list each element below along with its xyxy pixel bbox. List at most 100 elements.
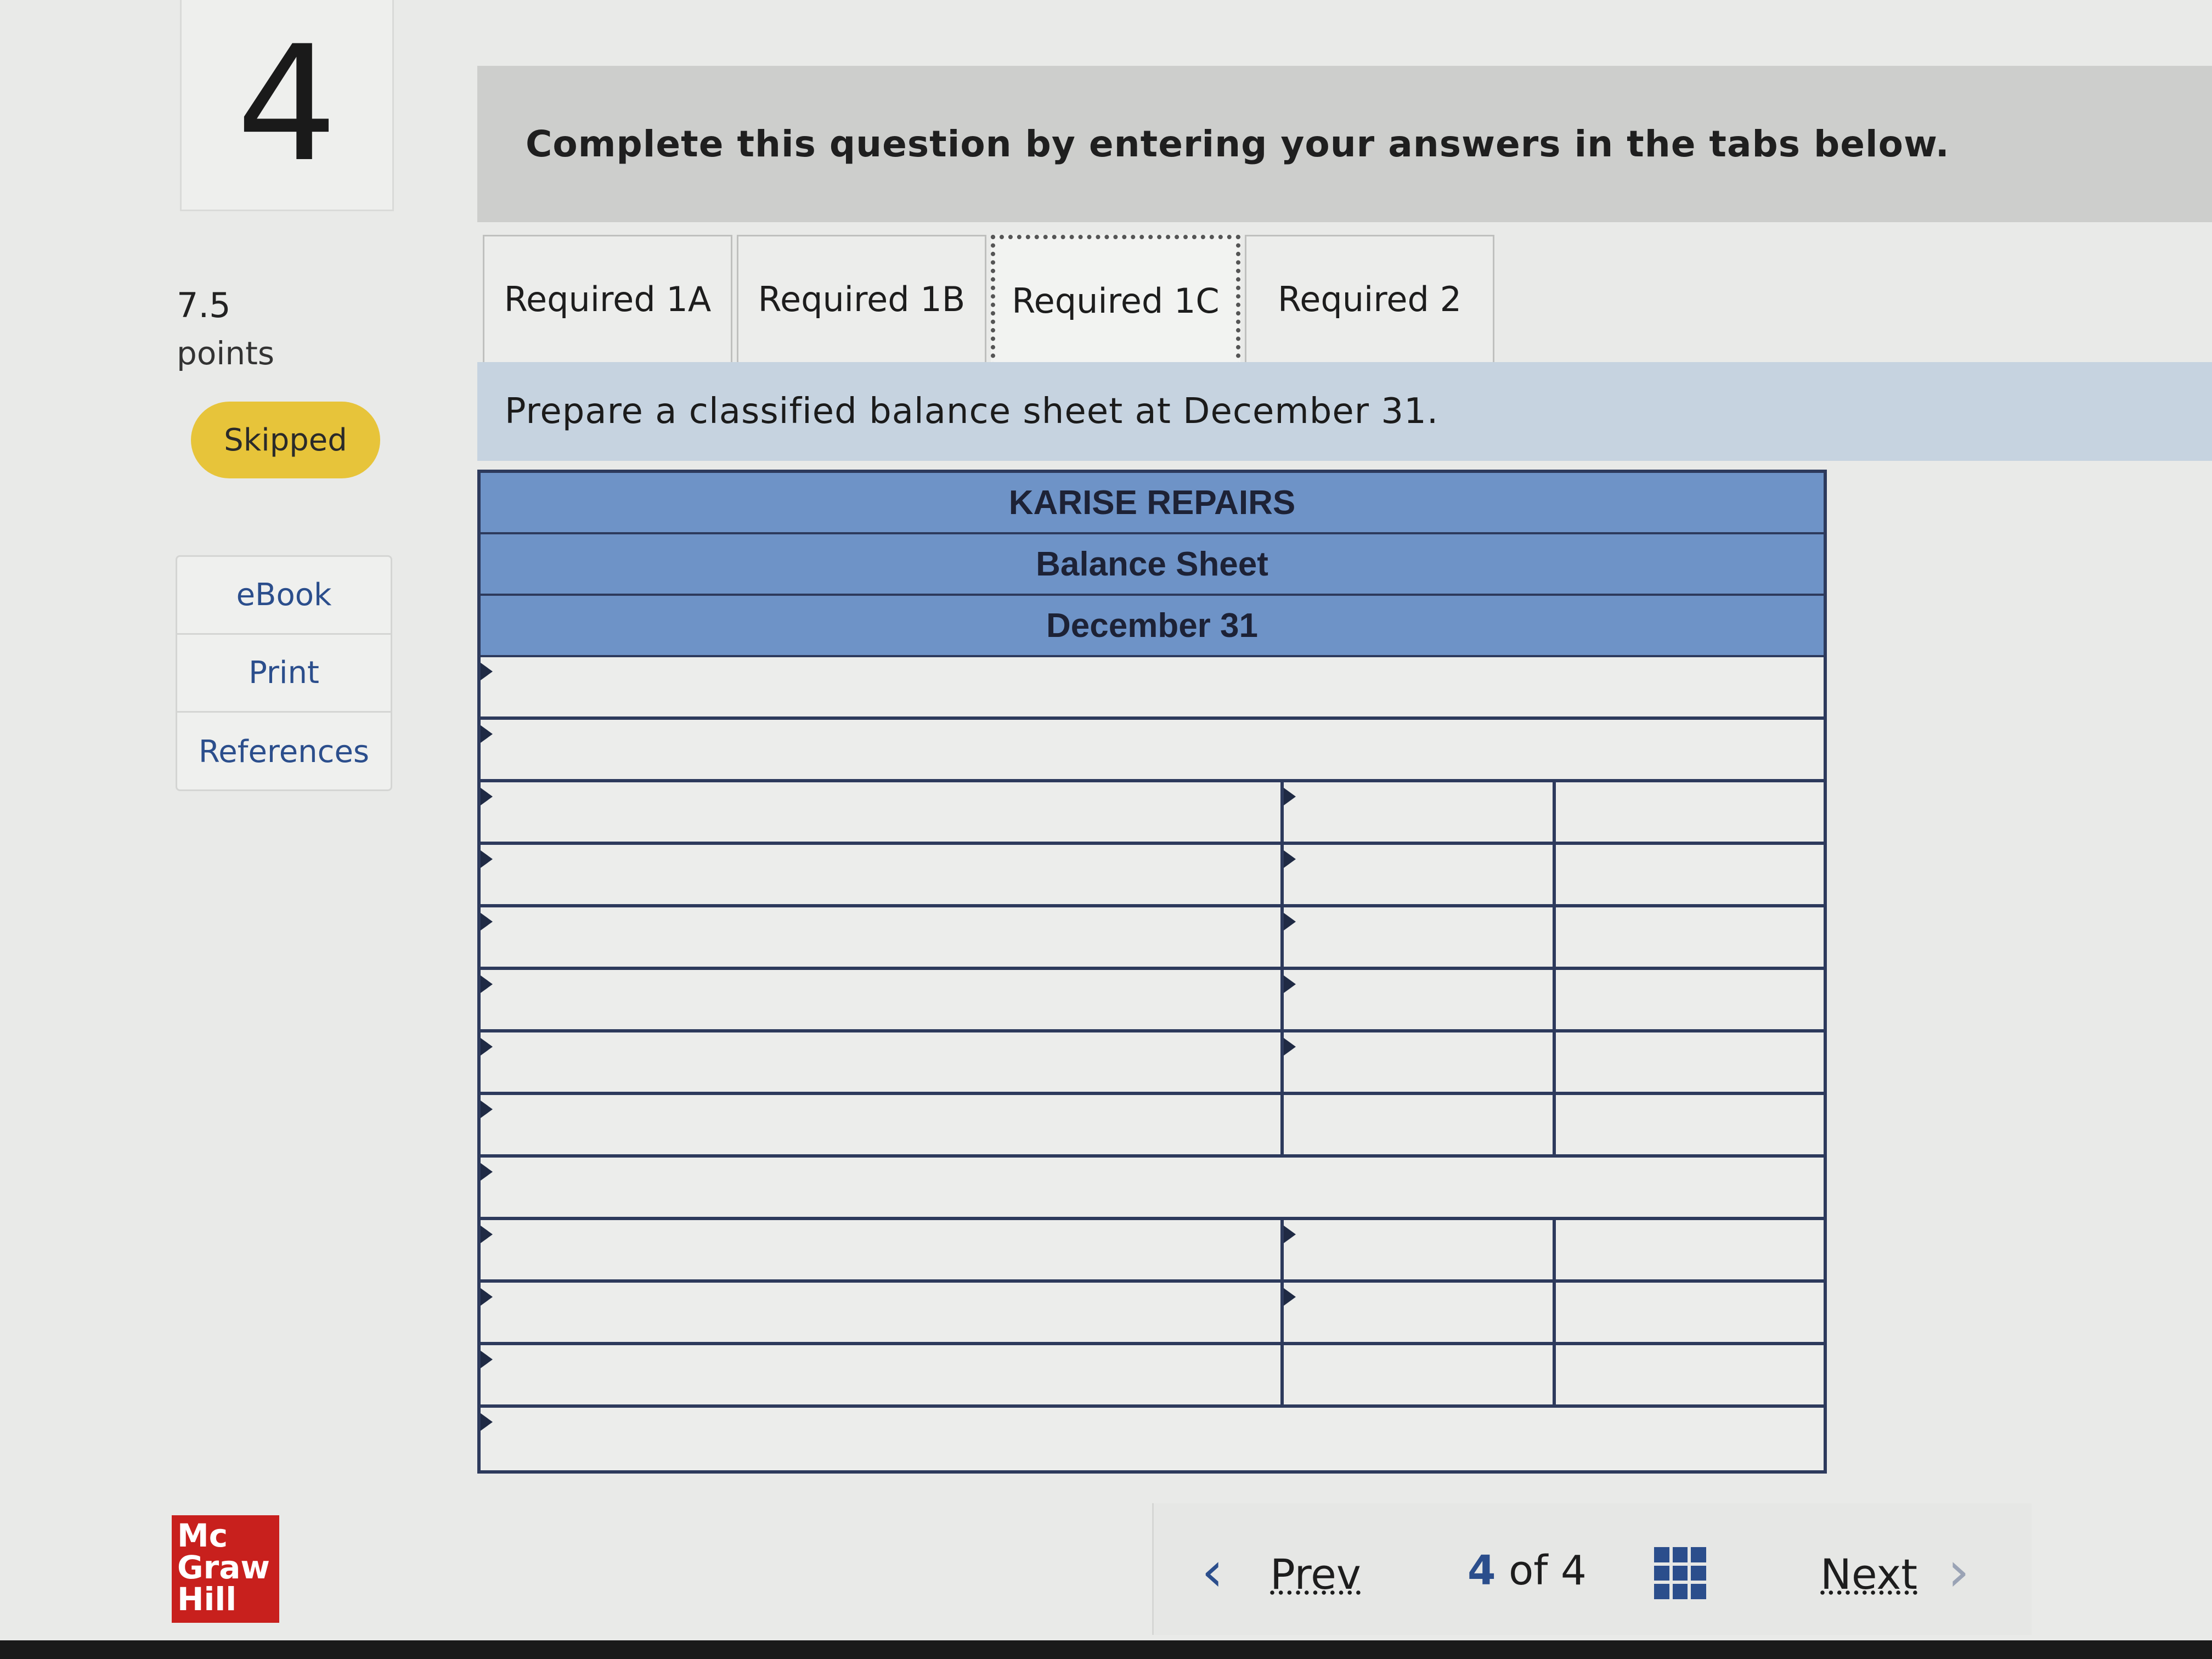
amount-input[interactable] — [1280, 1283, 1553, 1342]
dropdown-marker-icon — [1284, 913, 1296, 930]
amount-input[interactable] — [1280, 1345, 1553, 1404]
tools-panel: eBook Print References — [176, 555, 392, 791]
sheet-row — [481, 657, 1824, 720]
sheet-row — [481, 1408, 1824, 1470]
total-input[interactable] — [1553, 845, 1824, 904]
sheet-row — [481, 907, 1824, 970]
dropdown-marker-icon — [481, 1351, 493, 1368]
tab-required-1c[interactable]: Required 1C — [991, 235, 1240, 366]
total-input[interactable] — [1553, 1032, 1824, 1092]
dropdown-marker-icon — [481, 1226, 493, 1243]
next-button[interactable]: Next — [1820, 1550, 1917, 1599]
sheet-row — [481, 1220, 1824, 1283]
references-button[interactable]: References — [177, 713, 391, 791]
dropdown-marker-icon — [481, 1163, 493, 1181]
points-value: 7.5 — [177, 285, 231, 325]
total-input[interactable] — [1553, 1283, 1824, 1342]
sheet-row — [481, 1283, 1824, 1345]
total-input[interactable] — [1553, 1095, 1824, 1154]
dropdown-marker-icon — [481, 663, 493, 680]
dropdown-marker-icon — [481, 1288, 493, 1306]
tab-required-1a[interactable]: Required 1A — [483, 235, 732, 362]
sheet-row — [481, 1032, 1824, 1095]
account-input[interactable] — [481, 1408, 1824, 1470]
amount-input[interactable] — [1280, 1095, 1553, 1154]
chevron-right-icon[interactable]: › — [1948, 1544, 1970, 1599]
account-input[interactable] — [481, 970, 1280, 1029]
sheet-row — [481, 1158, 1824, 1220]
dropdown-marker-icon — [1284, 1288, 1296, 1306]
dropdown-marker-icon — [481, 975, 493, 993]
dropdown-marker-icon — [1284, 850, 1296, 868]
sheet-rows — [481, 657, 1824, 1470]
sheet-row — [481, 720, 1824, 782]
account-input[interactable] — [481, 907, 1280, 967]
statement-title: Balance Sheet — [481, 534, 1824, 596]
total-input[interactable] — [1553, 970, 1824, 1029]
total-input[interactable] — [1553, 1220, 1824, 1279]
prev-button[interactable]: Prev — [1270, 1550, 1361, 1599]
dropdown-marker-icon — [1284, 788, 1296, 805]
account-input[interactable] — [481, 1095, 1280, 1154]
tab-bar: Required 1A Required 1B Required 1C Requ… — [483, 235, 1499, 366]
print-button[interactable]: Print — [177, 635, 391, 713]
dropdown-marker-icon — [1284, 1038, 1296, 1056]
account-input[interactable] — [481, 845, 1280, 904]
amount-input[interactable] — [1280, 782, 1553, 842]
logo-line: Mc — [177, 1517, 228, 1554]
amount-input[interactable] — [1280, 970, 1553, 1029]
mcgraw-hill-logo: Mc Graw Hill — [172, 1515, 279, 1623]
dropdown-marker-icon — [1284, 1226, 1296, 1243]
sheet-row — [481, 1095, 1824, 1158]
account-input[interactable] — [481, 657, 1824, 716]
screen-bezel — [0, 1640, 2212, 1659]
sheet-row — [481, 782, 1824, 845]
balance-sheet-table: KARISE REPAIRS Balance Sheet December 31 — [477, 470, 1827, 1474]
dropdown-marker-icon — [1284, 975, 1296, 993]
dropdown-marker-icon — [481, 913, 493, 930]
status-badge: Skipped — [191, 402, 380, 478]
prompt-text: Prepare a classified balance sheet at De… — [505, 391, 1439, 432]
instruction-text: Complete this question by entering your … — [526, 123, 1950, 165]
page-indicator: 4 of 4 — [1468, 1547, 1587, 1594]
account-input[interactable] — [481, 1032, 1280, 1092]
account-input[interactable] — [481, 1158, 1824, 1217]
question-number-box: 4 — [180, 0, 394, 211]
account-input[interactable] — [481, 1345, 1280, 1404]
amount-input[interactable] — [1280, 907, 1553, 967]
account-input[interactable] — [481, 1220, 1280, 1279]
instruction-bar: Complete this question by entering your … — [477, 66, 2212, 222]
sheet-row — [481, 1345, 1824, 1408]
dropdown-marker-icon — [481, 1101, 493, 1118]
dropdown-marker-icon — [481, 850, 493, 868]
amount-input[interactable] — [1280, 1220, 1553, 1279]
prompt-bar: Prepare a classified balance sheet at De… — [477, 362, 2212, 461]
question-grid-icon[interactable] — [1654, 1547, 1706, 1599]
company-name: KARISE REPAIRS — [481, 473, 1824, 534]
account-input[interactable] — [481, 1283, 1280, 1342]
total-input[interactable] — [1553, 782, 1824, 842]
statement-date: December 31 — [481, 596, 1824, 657]
logo-line: Graw — [177, 1549, 270, 1586]
sheet-row — [481, 845, 1824, 907]
total-input[interactable] — [1553, 907, 1824, 967]
account-input[interactable] — [481, 720, 1824, 779]
chevron-left-icon[interactable]: ‹ — [1201, 1544, 1223, 1599]
ebook-button[interactable]: eBook — [177, 557, 391, 635]
question-number: 4 — [236, 12, 338, 197]
dropdown-marker-icon — [481, 788, 493, 805]
amount-input[interactable] — [1280, 845, 1553, 904]
account-input[interactable] — [481, 782, 1280, 842]
of-label: of — [1509, 1547, 1548, 1594]
points-label: points — [177, 335, 275, 372]
current-page: 4 — [1468, 1547, 1496, 1594]
tab-required-2[interactable]: Required 2 — [1245, 235, 1494, 362]
tab-required-1b[interactable]: Required 1B — [737, 235, 986, 362]
dropdown-marker-icon — [481, 725, 493, 743]
dropdown-marker-icon — [481, 1038, 493, 1056]
sheet-row — [481, 970, 1824, 1032]
amount-input[interactable] — [1280, 1032, 1553, 1092]
dropdown-marker-icon — [481, 1413, 493, 1431]
total-pages: 4 — [1560, 1547, 1587, 1594]
total-input[interactable] — [1553, 1345, 1824, 1404]
